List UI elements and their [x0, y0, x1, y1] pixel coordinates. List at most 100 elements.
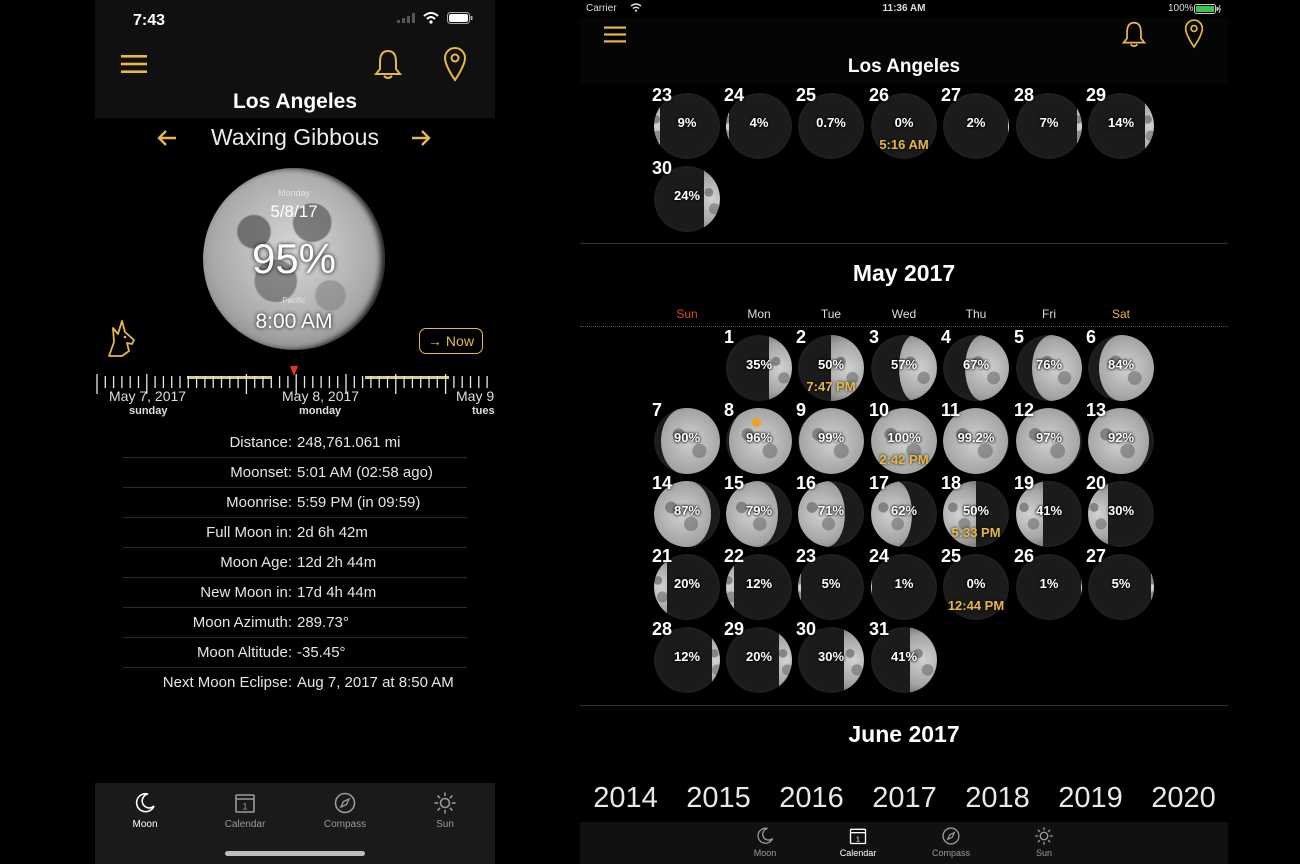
timeline-date-next: May 9: [456, 388, 495, 404]
calendar-day[interactable]: 20 30%: [1086, 473, 1156, 549]
menu-icon[interactable]: [604, 26, 626, 43]
calendar-day[interactable]: 6 84%: [1086, 327, 1156, 403]
calendar-day[interactable]: 30 30%: [796, 619, 866, 695]
year-picker[interactable]: 2014 2015 2016 2017 2018 2019 2020: [580, 770, 1228, 822]
calendar-day[interactable]: 19 41%: [1014, 473, 1084, 549]
day-number: 10: [869, 400, 890, 420]
day-number: 25: [796, 85, 817, 105]
menu-icon[interactable]: [121, 54, 147, 74]
calendar-day[interactable]: 28 12%: [652, 619, 722, 695]
calendar-icon: 1: [818, 826, 898, 846]
calendar-day[interactable]: 22 12%: [724, 546, 794, 622]
illumination-label: 97%: [1035, 430, 1063, 445]
next-phase-button[interactable]: [406, 124, 436, 152]
day-number: 19: [1014, 473, 1035, 493]
calendar-day[interactable]: 18 50% 5:33 PM: [941, 473, 1011, 549]
year-option[interactable]: 2020: [1137, 782, 1228, 815]
today-indicator: [752, 418, 761, 427]
calendar-day[interactable]: 17 62%: [869, 473, 939, 549]
calendar-day[interactable]: 12 97%: [1014, 400, 1084, 476]
info-value: 17d 4h 44m: [297, 584, 377, 601]
wifi-icon: [423, 12, 439, 24]
calendar-day[interactable]: 27 5%: [1086, 546, 1156, 622]
day-number: 11: [941, 400, 961, 420]
status-bar: 7:43: [95, 0, 495, 44]
info-value: Aug 7, 2017 at 8:50 AM: [297, 674, 454, 691]
illumination-label: 41%: [1035, 503, 1063, 518]
calendar-day[interactable]: 8 96%: [724, 400, 794, 476]
calendar-day[interactable]: 10 100% 2:42 PM: [869, 400, 939, 476]
illumination-label: 1%: [1039, 576, 1059, 591]
day-number: 22: [724, 546, 745, 566]
calendar-day[interactable]: 16 71%: [796, 473, 866, 549]
year-option[interactable]: 2015: [672, 782, 765, 815]
phone-screen: 7:43 Los Angeles Waxing Gibbous Monday 5…: [95, 0, 495, 864]
day-number: 9: [796, 400, 807, 420]
illumination-label: 92%: [1107, 430, 1135, 445]
calendar-day[interactable]: 21 20%: [652, 546, 722, 622]
time-scrubber[interactable]: May 7, 2017 sunday May 8, 2017 monday Ma…: [95, 364, 495, 422]
calendar-day[interactable]: 24 1%: [869, 546, 939, 622]
year-option[interactable]: 2016: [765, 782, 858, 815]
tab-moon[interactable]: Moon: [95, 791, 195, 830]
calendar-day[interactable]: 29 14%: [1086, 85, 1156, 161]
calendar-day[interactable]: 26 1%: [1014, 546, 1084, 622]
calendar-day[interactable]: 27 2%: [941, 85, 1011, 161]
location-pin-icon[interactable]: [1184, 18, 1204, 49]
day-number: 30: [652, 158, 673, 178]
calendar-day[interactable]: 11 99.2%: [941, 400, 1011, 476]
illumination-label: 67%: [962, 357, 990, 372]
calendar-day[interactable]: 13 92%: [1086, 400, 1156, 476]
calendar-day[interactable]: 7 90%: [652, 400, 722, 476]
calendar-day[interactable]: 2 50% 7:47 PM: [796, 327, 866, 403]
calendar-day[interactable]: 23 9%: [652, 85, 722, 161]
tab-moon[interactable]: Moon: [725, 826, 805, 858]
year-option[interactable]: 2018: [951, 782, 1044, 815]
year-option[interactable]: 2017: [858, 782, 951, 815]
calendar-day[interactable]: 31 41%: [869, 619, 939, 695]
calendar-day[interactable]: 25 0.7%: [796, 85, 866, 161]
tab-compass[interactable]: Compass: [911, 826, 991, 858]
tab-calendar[interactable]: 1 Calendar: [818, 826, 898, 858]
day-number: 27: [1086, 546, 1107, 566]
previous-phase-button[interactable]: [152, 124, 182, 152]
bell-icon[interactable]: [1121, 20, 1147, 48]
tab-calendar[interactable]: 1 Calendar: [195, 791, 295, 830]
year-option[interactable]: 2014: [580, 782, 672, 815]
day-number: 31: [869, 619, 890, 639]
calendar-day[interactable]: 30 24%: [652, 158, 722, 234]
illumination-label: 90%: [673, 430, 701, 445]
day-number: 30: [796, 619, 817, 639]
tab-bar: Moon 1 Calendar Compass Sun: [580, 822, 1228, 864]
calendar-day[interactable]: 9 99%: [796, 400, 866, 476]
wolf-icon[interactable]: [105, 318, 139, 358]
bell-icon[interactable]: [373, 48, 403, 80]
calendar-day[interactable]: 23 5%: [796, 546, 866, 622]
calendar-day[interactable]: 15 79%: [724, 473, 794, 549]
calendar-day[interactable]: 3 57%: [869, 327, 939, 403]
tab-sun[interactable]: Sun: [395, 791, 495, 830]
year-option[interactable]: 2019: [1044, 782, 1137, 815]
calendar-day[interactable]: 5 76%: [1014, 327, 1084, 403]
calendar-day[interactable]: 26 0% 5:16 AM: [869, 85, 939, 161]
weekday-label: Tue: [820, 307, 842, 321]
moon-image[interactable]: Monday 5/8/17 95% Pacific 8:00 AM: [203, 168, 385, 350]
tab-sun[interactable]: Sun: [1004, 826, 1084, 858]
calendar-day[interactable]: 28 7%: [1014, 85, 1084, 161]
info-label: Moon Altitude:: [196, 644, 292, 661]
phase-time: 12:44 PM: [947, 598, 1005, 613]
calendar-day[interactable]: 14 87%: [652, 473, 722, 549]
info-row: Moonset: 5:01 AM (02:58 ago): [123, 458, 467, 488]
day-number: 18: [941, 473, 962, 493]
calendar-day[interactable]: 24 4%: [724, 85, 794, 161]
location-pin-icon[interactable]: [443, 46, 467, 82]
day-number: 7: [652, 400, 663, 420]
calendar-day[interactable]: 4 67%: [941, 327, 1011, 403]
calendar-day[interactable]: 25 0% 12:44 PM: [941, 546, 1011, 622]
info-label: Moon Azimuth:: [192, 614, 292, 631]
now-button[interactable]: → Now: [419, 328, 483, 354]
calendar-day[interactable]: 29 20%: [724, 619, 794, 695]
tab-compass[interactable]: Compass: [295, 791, 395, 830]
calendar-day[interactable]: 1 35%: [724, 327, 794, 403]
calendar-scroll[interactable]: 23 9% 24 4% 25 0.7% 26 0% 5:16 AM 27 2% 28 7% 29 14% 30…: [580, 0, 1228, 864]
